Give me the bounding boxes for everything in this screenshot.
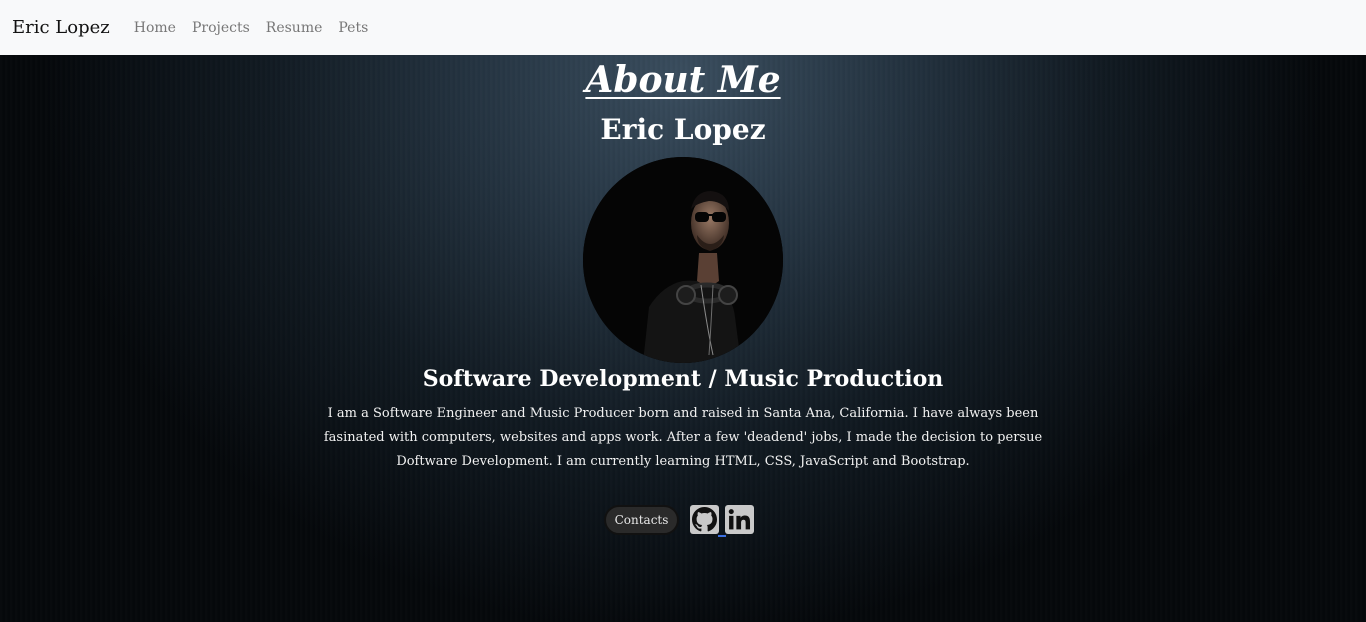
nav-link-resume[interactable]: Resume <box>266 20 323 36</box>
linkedin-link[interactable] <box>725 505 754 534</box>
nav-link-projects[interactable]: Projects <box>192 20 250 36</box>
github-icon <box>692 507 717 532</box>
navbar-brand[interactable]: Eric Lopez <box>12 17 110 38</box>
linkedin-icon <box>728 509 751 530</box>
focus-indicator <box>718 535 726 537</box>
github-link[interactable] <box>690 505 719 534</box>
about-title: About Me <box>585 59 781 101</box>
name-heading: Eric Lopez <box>600 113 766 146</box>
about-section: About Me Eric Lopez Software Development… <box>0 55 1366 622</box>
nav-link-pets[interactable]: Pets <box>338 20 368 36</box>
contacts-button[interactable]: Contacts <box>604 505 679 535</box>
profile-photo <box>583 157 783 363</box>
navbar: Eric Lopez Home Projects Resume Pets <box>0 0 1366 55</box>
bio-paragraph: I am a Software Engineer and Music Produ… <box>323 406 1043 469</box>
nav-link-home[interactable]: Home <box>134 20 176 36</box>
profile-photo-illustration <box>583 157 783 363</box>
subtitle: Software Development / Music Production <box>422 366 944 392</box>
